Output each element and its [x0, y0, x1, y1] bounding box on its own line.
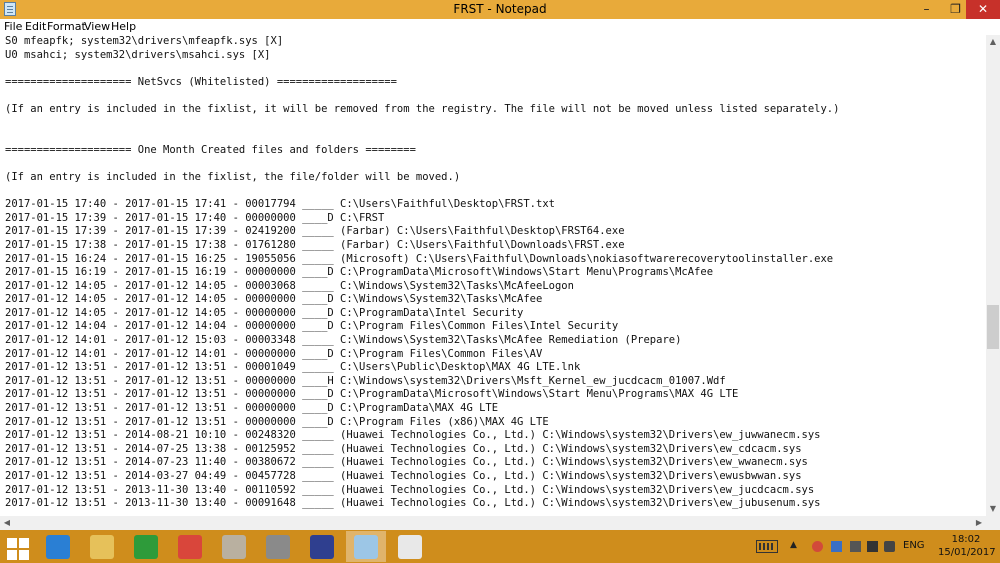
text-line: 2017-01-15 17:39 - 2017-01-15 17:39 - 02…	[5, 225, 625, 238]
text-line: S0 mfeapfk; system32\drivers\mfeapfk.sys…	[5, 35, 284, 47]
text-line: 2017-01-12 13:51 - 2014-03-27 04:49 - 00…	[5, 470, 802, 482]
text-line	[5, 89, 986, 103]
text-line: U0 msahci; system32\drivers\msahci.sys […	[5, 48, 271, 61]
text-editor-area[interactable]: S0 mfeapfk; system32\drivers\mfeapfk.sys…	[0, 35, 986, 516]
taskbar-app-frst-tool[interactable]	[302, 531, 342, 562]
menu-help[interactable]: Help	[111, 20, 136, 33]
taskbar: ▲ ENG 18:02 15/01/2017	[0, 530, 1000, 563]
text-line: 2017-01-12 13:51 - 2017-01-12 13:51 - 00…	[5, 402, 499, 415]
text-line: 2017-01-12 13:51 - 2014-07-23 11:40 - 00…	[5, 456, 808, 469]
text-line: 2017-01-12 14:04 - 2017-01-12 14:04 - 00…	[5, 320, 619, 333]
input-language-indicator[interactable]: ENG	[903, 540, 925, 551]
clock-date[interactable]: 15/01/2017	[938, 547, 996, 558]
text-line: (If an entry is included in the fixlist,…	[5, 102, 840, 115]
scroll-left-arrow-icon[interactable]: ◀	[0, 516, 14, 530]
text-line: 2017-01-15 16:19 - 2017-01-15 16:19 - 00…	[5, 266, 714, 279]
text-line: 2017-01-12 13:51 - 2017-01-12 13:51 - 00…	[5, 415, 549, 428]
scroll-right-arrow-icon[interactable]: ▶	[972, 516, 986, 530]
printer-icon	[266, 535, 290, 559]
text-line	[5, 130, 986, 144]
horizontal-scrollbar[interactable]: ◀ ▶	[0, 516, 986, 530]
paint-icon	[398, 535, 422, 559]
start-button[interactable]	[4, 534, 32, 560]
app-tray-icon[interactable]	[831, 541, 842, 552]
text-line: 2017-01-15 17:40 - 2017-01-15 17:41 - 00…	[5, 198, 555, 211]
text-line: (If an entry is included in the fixlist,…	[5, 170, 461, 183]
text-line: 2017-01-12 14:05 - 2017-01-12 14:05 - 00…	[5, 279, 574, 292]
text-line: 2017-01-12 14:05 - 2017-01-12 14:05 - 00…	[5, 306, 524, 319]
taskbar-app-store[interactable]	[126, 531, 166, 562]
window-title: FRST - Notepad	[453, 2, 547, 16]
minimize-button[interactable]: –	[912, 0, 941, 19]
text-line: 2017-01-12 13:51 - 2017-01-12 13:51 - 00…	[5, 374, 726, 387]
text-line: 2017-01-12 13:51 - 2013-11-30 13:40 - 00…	[5, 497, 821, 510]
title-bar[interactable]: FRST - Notepad – ❐ ✕	[0, 0, 1000, 19]
windows-logo-icon	[7, 538, 17, 548]
chrome-icon	[178, 535, 202, 559]
scrollbar-corner	[986, 516, 1000, 530]
text-line	[5, 117, 986, 131]
text-line: 2017-01-12 13:51 - 2013-11-30 13:40 - 00…	[5, 483, 815, 496]
text-line: 2017-01-12 13:51 - 2017-01-12 13:51 - 00…	[5, 388, 739, 401]
store-icon	[134, 535, 158, 559]
text-line: 2017-01-12 13:51 - 2014-08-21 10:10 - 00…	[5, 429, 821, 442]
network-signal-icon[interactable]	[867, 541, 878, 552]
close-button[interactable]: ✕	[966, 0, 1000, 19]
taskbar-app-paint[interactable]	[390, 531, 430, 562]
internet-explorer-icon	[46, 535, 70, 559]
taskbar-app-printer[interactable]	[258, 531, 298, 562]
battery-icon[interactable]	[850, 541, 861, 552]
menu-bar: File Edit Format View Help	[0, 19, 1000, 35]
text-line: 2017-01-12 14:05 - 2017-01-12 14:05 - 00…	[5, 293, 543, 306]
taskbar-app-internet-explorer[interactable]	[38, 531, 78, 562]
windows-logo-pane	[7, 550, 17, 560]
text-line	[5, 157, 986, 171]
text-line: ==================== NetSvcs (Whiteliste…	[5, 75, 397, 88]
taskbar-app-chrome[interactable]	[170, 531, 210, 562]
menu-format[interactable]: Format	[47, 20, 86, 33]
volume-icon[interactable]	[884, 541, 895, 552]
notepad-icon	[354, 535, 378, 559]
text-content: S0 mfeapfk; system32\drivers\mfeapfk.sys…	[0, 35, 986, 511]
text-line: 2017-01-12 14:01 - 2017-01-12 15:03 - 00…	[5, 334, 682, 347]
scroll-down-arrow-icon[interactable]: ▼	[986, 502, 1000, 516]
clock-time[interactable]: 18:02	[938, 534, 994, 545]
text-line: 2017-01-15 17:38 - 2017-01-15 17:38 - 01…	[5, 238, 625, 251]
taskbar-app-notepad[interactable]	[346, 531, 386, 562]
file-explorer-icon	[90, 535, 114, 559]
notepad-tool-icon	[222, 535, 246, 559]
text-line	[5, 62, 986, 76]
touch-keyboard-icon[interactable]	[756, 540, 778, 553]
menu-file[interactable]: File	[4, 20, 22, 33]
windows-logo-pane	[19, 538, 29, 548]
taskbar-app-notepad-tool[interactable]	[214, 531, 254, 562]
text-line: 2017-01-12 13:51 - 2017-01-12 13:51 - 00…	[5, 361, 581, 374]
text-line: 2017-01-15 16:24 - 2017-01-15 16:25 - 19…	[5, 252, 834, 265]
windows-logo-pane	[19, 550, 29, 560]
taskbar-app-file-explorer[interactable]	[82, 531, 122, 562]
scroll-up-arrow-icon[interactable]: ▲	[986, 35, 1000, 49]
text-line: 2017-01-15 17:39 - 2017-01-15 17:40 - 00…	[5, 211, 385, 224]
menu-edit[interactable]: Edit	[25, 20, 46, 33]
text-line: ==================== One Month Created f…	[5, 143, 416, 156]
frst-tool-icon	[310, 535, 334, 559]
menu-view[interactable]: View	[84, 20, 110, 33]
vertical-scrollbar[interactable]: ▲ ▼	[986, 35, 1000, 516]
show-hidden-icons-chevron-icon[interactable]: ▲	[790, 540, 801, 551]
mcafee-tray-icon[interactable]	[812, 541, 823, 552]
text-line: 2017-01-12 13:51 - 2014-07-25 13:38 - 00…	[5, 442, 802, 455]
vertical-scroll-thumb[interactable]	[987, 305, 999, 349]
text-line: 2017-01-12 14:01 - 2017-01-12 14:01 - 00…	[5, 347, 543, 360]
text-line	[5, 185, 986, 199]
